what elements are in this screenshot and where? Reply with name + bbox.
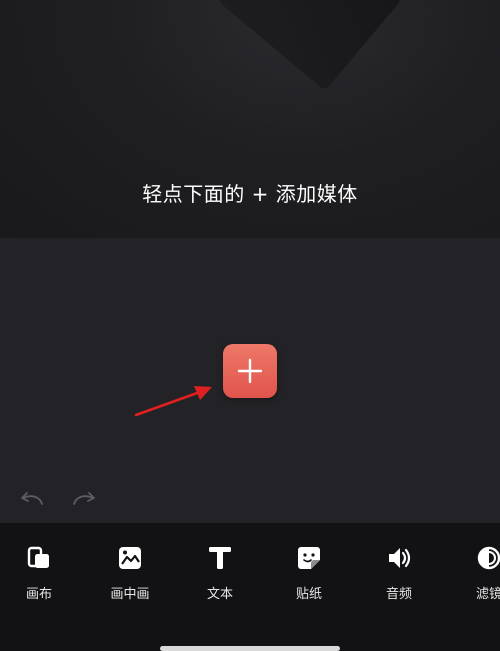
- text-icon: [207, 545, 233, 571]
- redo-icon[interactable]: [70, 488, 98, 510]
- toolbar-item-text[interactable]: 文本: [187, 545, 253, 609]
- arrow-annotation-icon: [134, 386, 212, 417]
- filter-icon: [476, 545, 500, 571]
- plus-icon: [237, 358, 263, 384]
- preview-background-shape: [217, 0, 403, 91]
- toolbar-item-audio[interactable]: 音频: [366, 545, 432, 609]
- add-media-button[interactable]: [223, 344, 277, 398]
- audio-icon: [386, 545, 412, 571]
- toolbar-item-sticker[interactable]: 贴纸: [276, 545, 342, 609]
- toolbar-item-label: 贴纸: [295, 587, 322, 602]
- toolbar-item-canvas[interactable]: 画布: [6, 545, 72, 609]
- sticker-icon: [296, 545, 322, 571]
- video-preview: 轻点下面的 + 添加媒体: [0, 0, 500, 238]
- toolbar-item-label: 画中画: [110, 587, 150, 602]
- toolbar-item-label: 音频: [385, 587, 412, 602]
- toolbar-item-picture-in-picture[interactable]: 画中画: [97, 545, 163, 609]
- toolbar-item-label: 文本: [206, 587, 233, 602]
- undo-icon[interactable]: [18, 488, 46, 510]
- toolbar-item-filter[interactable]: 滤镜: [456, 545, 500, 609]
- picture-in-picture-icon: [117, 545, 143, 571]
- video-editor-screen: 轻点下面的 + 添加媒体 画布 画中画 文本 贴纸 音频 滤镜: [0, 0, 500, 651]
- canvas-icon: [26, 545, 52, 571]
- toolbar-item-label: 画布: [25, 587, 52, 602]
- add-media-hint: 轻点下面的 + 添加媒体: [142, 182, 358, 206]
- toolbar-item-label: 滤镜: [475, 587, 500, 602]
- home-indicator[interactable]: [160, 646, 340, 651]
